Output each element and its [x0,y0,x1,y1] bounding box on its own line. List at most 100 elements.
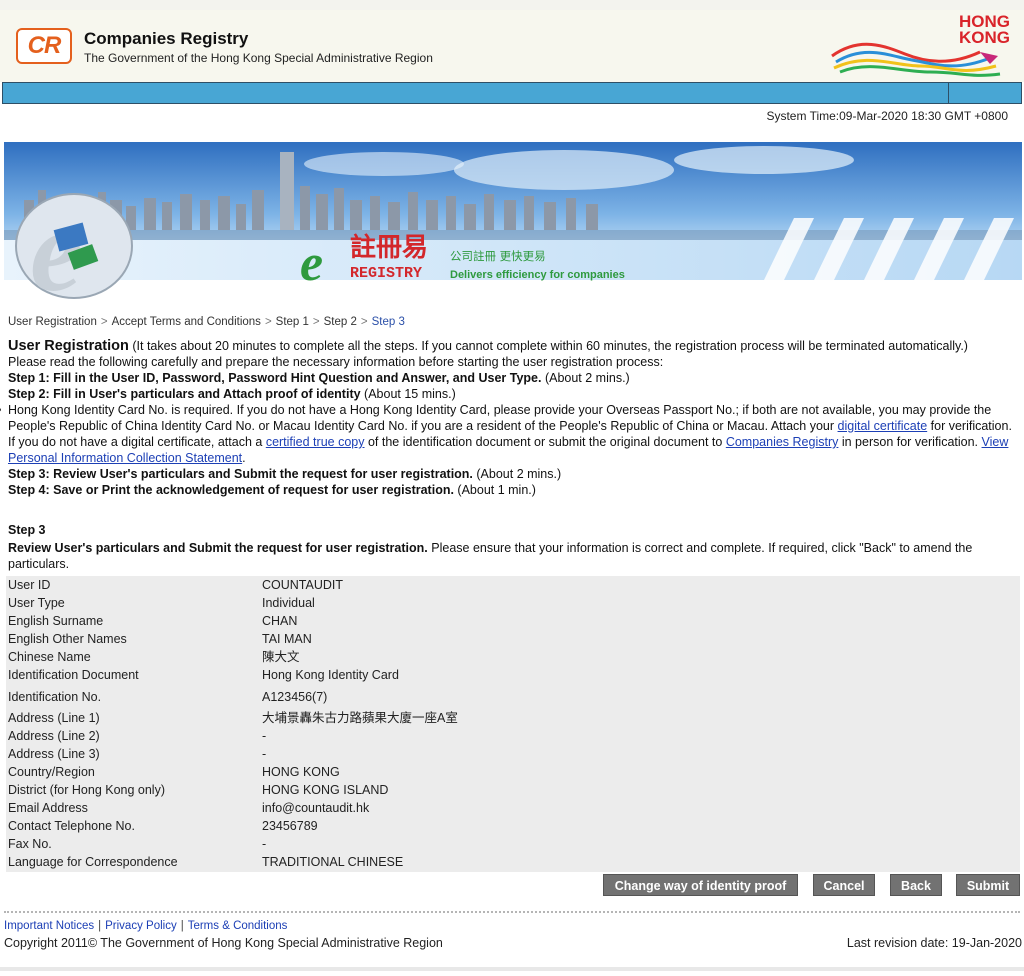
hk-brand-line2: KONG [959,28,1010,47]
field-label: Language for Correspondence [8,855,178,869]
bullet-text-4: in person for verification. [841,435,979,449]
site-header: CR Companies Registry The Government of … [0,10,1024,82]
field-label: User Type [8,596,65,610]
field-label: Contact Telephone No. [8,819,135,833]
breadcrumb-separator: > [360,316,368,328]
table-row: Address (Line 1) 大埔景轟朱古力路蘋果大廈一座A室 [6,709,1020,727]
field-label: Identification No. [8,690,102,704]
table-row: Address (Line 2) - [6,727,1020,745]
step1-time: (About 2 mins.) [544,371,630,385]
field-value: 大埔景轟朱古力路蘋果大廈一座A室 [262,711,458,725]
field-label: Address (Line 3) [8,747,100,761]
field-label: Fax No. [8,837,52,851]
breadcrumb-step-1[interactable]: Step 1 [276,316,309,328]
table-row: Identification No. A123456(7) [6,688,1020,706]
field-value: COUNTAUDIT [262,578,344,592]
banner-chinese-title: 註冊易 [350,233,428,263]
org-subtitle: The Government of the Hong Kong Special … [84,51,433,65]
table-row: Fax No. - [6,835,1020,853]
field-label: Address (Line 1) [8,711,100,725]
footer-link-separator: | [98,920,102,932]
field-value: Individual [262,596,315,610]
cr-logo[interactable]: CR [16,28,72,64]
step3-heading: Step 3 [8,523,46,537]
field-label: Chinese Name [8,650,91,664]
field-value: A123456(7) [262,690,328,704]
breadcrumb-current: Step 3 [371,316,405,328]
table-row: Contact Telephone No. 23456789 [6,817,1020,835]
bottom-rule [0,967,1024,971]
field-value: 陳大文 [262,650,300,664]
privacy-policy-link[interactable]: Privacy Policy [105,920,177,932]
breadcrumb-separator: > [100,316,108,328]
breadcrumb-step-2[interactable]: Step 2 [324,316,357,328]
table-row: English Surname CHAN [6,612,1020,630]
field-value: 23456789 [262,819,318,833]
terms-link[interactable]: Terms & Conditions [188,920,288,932]
step2-text: Step 2: Fill in User's particulars and A… [8,387,361,401]
field-value: CHAN [262,614,298,628]
field-label: English Other Names [8,632,127,646]
field-label: Identification Document [8,668,139,682]
table-row: Address (Line 3) - [6,745,1020,763]
breadcrumb-accept-terms[interactable]: Accept Terms and Conditions [112,316,261,328]
breadcrumb-separator: > [312,316,320,328]
revision-date: Last revision date: 19-Jan-2020 [846,936,1022,950]
important-notices-link[interactable]: Important Notices [4,920,94,932]
table-row: Identification Document Hong Kong Identit… [6,666,1020,684]
field-value: HONG KONG ISLAND [262,783,389,797]
page-title: User Registration [8,338,129,354]
field-label: Address (Line 2) [8,729,100,743]
breadcrumb: User Registration > Accept Terms and Condi… [8,316,405,328]
submit-button[interactable]: Submit [956,874,1020,896]
banner-slogan-cn: 公司註冊 更快更易 [450,249,546,263]
table-row: Chinese Name 陳大文 [6,648,1020,666]
breadcrumb-separator: > [264,316,272,328]
step3-time: (About 2 mins.) [476,467,562,481]
step3-desc-bold: Review User's particulars and Submit the… [8,541,428,555]
field-value: - [262,837,267,851]
field-label: Country/Region [8,765,95,779]
bullet-end: . [242,451,246,465]
identity-bullet: Hong Kong Identity Card No. is required.… [0,402,1014,466]
table-row: District (for Hong Kong only) HONG KONG I… [6,781,1020,799]
field-value: TAI MAN [262,632,312,646]
step3-description: Review User's particulars and Submit the… [8,540,1014,572]
breadcrumb-user-registration[interactable]: User Registration [8,316,97,328]
footer-divider [4,911,1020,913]
field-value: - [262,729,267,743]
bullet-text-3: of the identification document or submit… [367,435,723,449]
nav-divider [948,83,949,103]
change-identity-proof-button[interactable]: Change way of identity proof [603,874,798,896]
field-value: info@countaudit.hk [262,801,370,815]
table-row: User ID COUNTAUDIT [6,576,1020,594]
field-label: Email Address [8,801,88,815]
svg-text:e: e [300,235,323,292]
field-value: Hong Kong Identity Card [262,668,399,682]
field-value: TRADITIONAL CHINESE [262,855,404,869]
certified-true-copy-link[interactable]: certified true copy [266,435,365,449]
banner-english-title: REGISTRY [350,265,422,282]
cancel-button[interactable]: Cancel [813,874,875,896]
footer-links: Important Notices | Privacy Policy | Terms &… [4,920,287,932]
step2-time: (About 15 mins.) [364,387,456,401]
table-row: Country/Region HONG KONG [6,763,1020,781]
table-row: Email Address info@countaudit.hk [6,799,1020,817]
table-row: English Other Names TAI MAN [6,630,1020,648]
copyright-text: Copyright 2011© The Government of Hong K… [4,936,443,950]
page: CR Companies Registry The Government of … [0,0,1024,976]
field-label: District (for Hong Kong only) [8,783,166,797]
footer-link-separator: | [180,920,184,932]
read-carefully-text: Please read the following carefully and … [8,355,664,369]
cr-logo-text: CR [27,32,62,59]
back-button[interactable]: Back [890,874,942,896]
hk-brand-text: HONG KONG [959,13,1010,47]
registration-instructions: User Registration (It takes about 20 min… [0,338,1014,498]
top-strip [0,0,1024,10]
field-label: English Surname [8,614,104,628]
companies-registry-link[interactable]: Companies Registry [726,435,839,449]
banner-slogan-en: Delivers efficiency for companies [450,269,625,281]
digital-certificate-link[interactable]: digital certificate [838,419,928,433]
table-row: Language for Correspondence TRADITIONAL C… [6,853,1020,871]
step4-time: (About 1 min.) [457,483,536,497]
